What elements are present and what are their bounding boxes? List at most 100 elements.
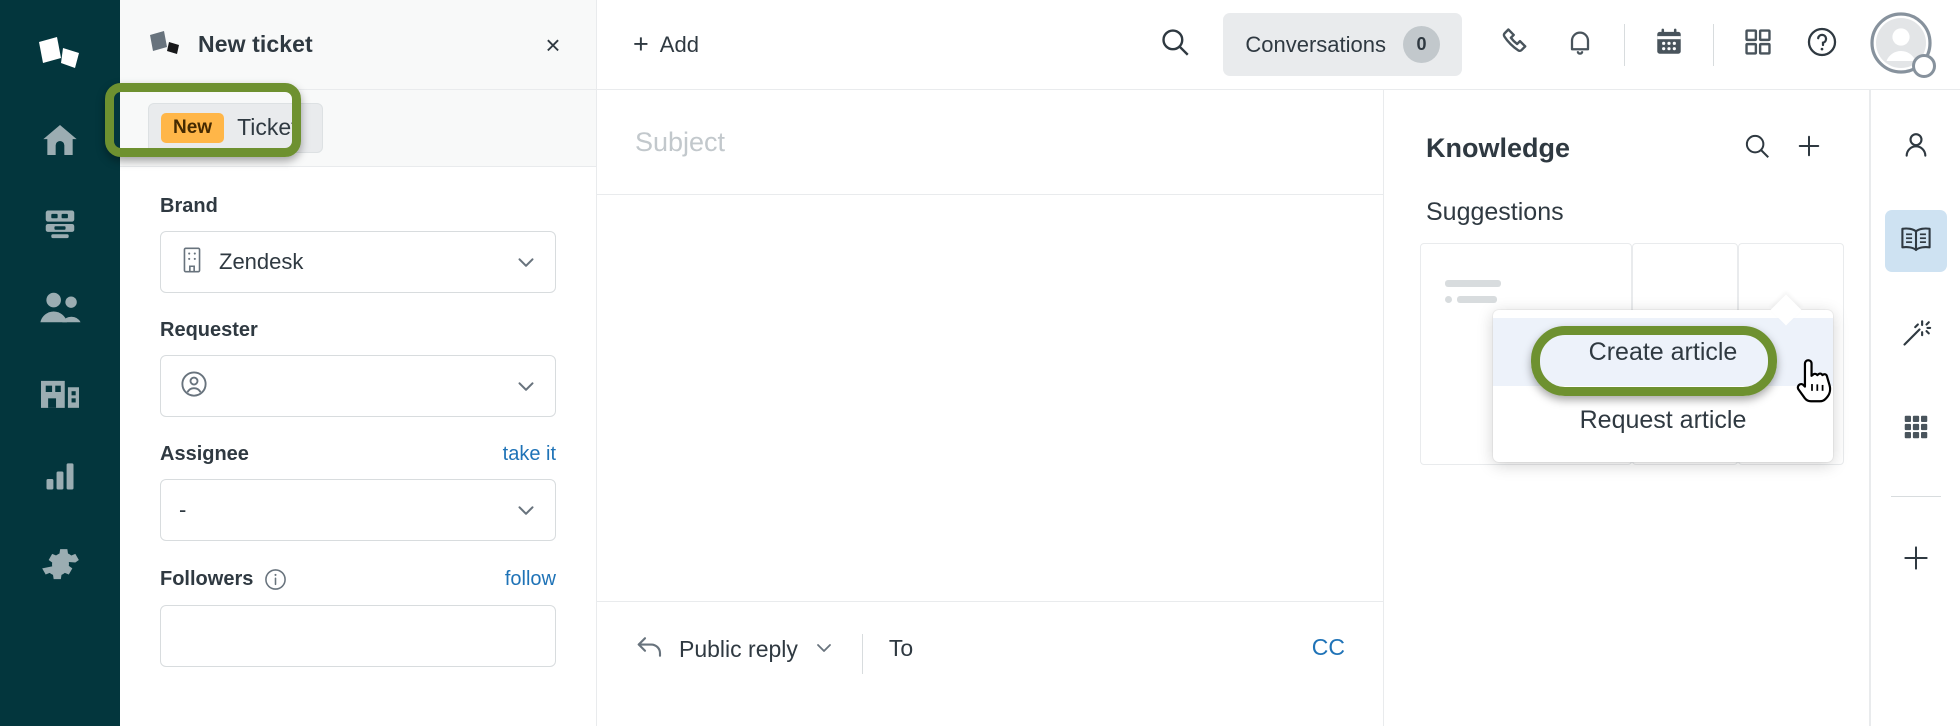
assignee-label: Assignee <box>160 443 249 465</box>
knowledge-add-button[interactable] <box>1783 122 1835 174</box>
message-body-area[interactable] <box>597 195 1383 601</box>
context-apps-rail <box>1870 90 1960 726</box>
knowledge-book-icon <box>1899 224 1933 259</box>
chevron-down-icon <box>513 249 539 275</box>
menu-item-request-article[interactable]: Request article <box>1493 386 1833 454</box>
active-tab-header[interactable]: New ticket × <box>120 0 597 89</box>
placeholder-line <box>1457 296 1497 303</box>
conversations-label: Conversations <box>1245 31 1386 57</box>
app-rail-knowledge-button[interactable] <box>1884 210 1947 272</box>
help-button[interactable] <box>1790 13 1854 77</box>
sidebar-item-home[interactable] <box>0 98 120 182</box>
ticket-chip[interactable]: New Ticket <box>148 102 323 154</box>
apps-grid-icon <box>1742 26 1774 63</box>
chevron-down-icon <box>513 373 539 399</box>
views-list-icon <box>40 205 80 243</box>
placeholder-line <box>1445 280 1501 287</box>
app-rail-ai-button[interactable] <box>1885 304 1947 366</box>
requester-select[interactable] <box>160 355 556 417</box>
help-circle-icon <box>1805 25 1839 64</box>
apps-dots-grid-icon <box>1901 412 1931 447</box>
gear-icon <box>39 540 81 580</box>
add-button[interactable]: + Add <box>623 23 709 66</box>
conversations-count-badge: 0 <box>1403 26 1440 63</box>
followers-select[interactable] <box>160 605 556 667</box>
assignee-value: - <box>179 497 187 522</box>
close-icon[interactable]: × <box>536 28 570 62</box>
brand-value: Zendesk <box>219 249 304 274</box>
info-icon[interactable] <box>263 567 288 592</box>
app-rail-add-button[interactable] <box>1885 529 1947 591</box>
subject-placeholder: Subject <box>635 126 726 157</box>
sidebar-item-views[interactable] <box>0 182 120 266</box>
knowledge-header: Knowledge <box>1384 90 1869 174</box>
knowledge-search-button[interactable] <box>1731 122 1783 174</box>
bell-icon <box>1564 25 1596 64</box>
take-it-link[interactable]: take it <box>503 443 556 466</box>
avatar[interactable] <box>1868 10 1938 80</box>
reply-channel-selector[interactable]: Public reply <box>635 634 836 665</box>
status-badge: New <box>161 112 225 144</box>
knowledge-add-menu: Create article Request article <box>1493 310 1833 462</box>
field-assignee: Assignee take it - <box>160 443 556 541</box>
zendesk-logo-icon <box>37 36 83 76</box>
app-rail-user-button[interactable] <box>1885 116 1947 178</box>
assignee-label-row: Assignee take it <box>160 443 556 466</box>
conversation-pane: Subject Public reply To CC <box>597 90 1384 726</box>
search-icon <box>1158 25 1192 64</box>
brand-label-row: Brand <box>160 195 556 218</box>
search-icon <box>1742 131 1772 166</box>
reply-divider <box>861 634 863 674</box>
zendesk-agent-workspace: New ticket × + Add Conversations 0 New T… <box>0 0 1960 726</box>
sidebar-item-admin[interactable] <box>0 518 120 602</box>
tab-title: New ticket <box>198 31 313 57</box>
add-app-plus-icon <box>1900 542 1932 579</box>
toolbar-divider-2 <box>1713 23 1714 66</box>
subject-field[interactable]: Subject <box>597 90 1383 195</box>
sidebar-item-zendesk-logo[interactable] <box>0 14 120 98</box>
field-followers: Followers follow <box>160 567 556 667</box>
app-rail-divider <box>1890 496 1941 497</box>
top-bar-actions: + Add Conversations 0 <box>597 0 1960 89</box>
reply-channel-label: Public reply <box>679 636 798 662</box>
ticket-fields: Brand Zendesk Requester Assignee take it… <box>120 167 596 726</box>
conversations-button[interactable]: Conversations 0 <box>1223 13 1462 76</box>
sidebar-item-reporting[interactable] <box>0 434 120 518</box>
ticket-chip-strip: New Ticket <box>120 90 596 167</box>
ticket-doc-icon <box>148 30 182 60</box>
field-requester: Requester <box>160 319 556 417</box>
plus-icon <box>1794 131 1824 166</box>
calendar-icon <box>1653 25 1685 64</box>
assignee-select[interactable]: - <box>160 479 556 541</box>
calendar-button[interactable] <box>1637 13 1701 77</box>
sidebar-item-organizations[interactable] <box>0 350 120 434</box>
knowledge-subtitle: Suggestions <box>1426 198 1564 226</box>
brand-label: Brand <box>160 195 218 217</box>
search-button[interactable] <box>1143 13 1207 77</box>
app-rail-apps-button[interactable] <box>1885 398 1947 460</box>
knowledge-title: Knowledge <box>1426 132 1571 163</box>
building-icon <box>179 246 205 279</box>
requester-label-row: Requester <box>160 319 556 342</box>
brand-select[interactable]: Zendesk <box>160 231 556 293</box>
plus-icon: + <box>633 29 649 59</box>
sidebar-item-customers[interactable] <box>0 266 120 350</box>
field-brand: Brand Zendesk <box>160 195 556 293</box>
chevron-down-icon <box>812 635 836 664</box>
top-bar: New ticket × + Add Conversations 0 <box>120 0 1960 90</box>
menu-item-create-article[interactable]: Create article <box>1493 318 1833 386</box>
customers-people-icon <box>37 289 83 327</box>
reporting-bar-chart-icon <box>40 458 80 494</box>
followers-label-row: Followers follow <box>160 567 556 592</box>
reply-bar: Public reply To CC <box>597 601 1383 726</box>
knowledge-placeholder-area <box>1384 227 1869 726</box>
talk-button[interactable] <box>1484 13 1548 77</box>
apps-button[interactable] <box>1726 13 1790 77</box>
reply-arrow-icon <box>635 634 665 665</box>
ticket-chip-label: Ticket <box>237 114 298 141</box>
cc-link[interactable]: CC <box>1312 634 1345 661</box>
user-panel-icon <box>1900 129 1932 166</box>
add-button-label: Add <box>659 31 699 57</box>
notifications-button[interactable] <box>1548 13 1612 77</box>
follow-link[interactable]: follow <box>505 568 556 591</box>
